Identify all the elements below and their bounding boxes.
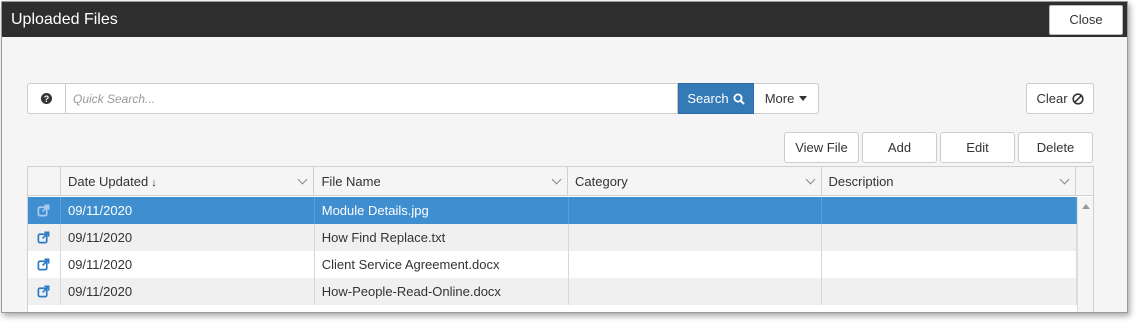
date-cell: 09/11/2020 <box>61 251 315 278</box>
date-cell: 09/11/2020 <box>61 278 315 305</box>
row-open-button[interactable] <box>28 278 61 305</box>
scrollbar-corner <box>1076 167 1093 195</box>
delete-button[interactable]: Delete <box>1018 132 1093 163</box>
table-row[interactable]: 09/11/2020 How-People-Read-Online.docx <box>28 278 1078 305</box>
grid-rows: 09/11/2020 Module Details.jpg 09/11/2020… <box>28 197 1078 305</box>
search-button[interactable]: Search <box>678 83 754 114</box>
more-dropdown-button[interactable]: More <box>754 83 819 114</box>
category-header-label: Category <box>575 173 628 189</box>
clear-button-label: Clear <box>1036 91 1068 106</box>
close-button[interactable]: Close <box>1049 4 1123 35</box>
external-link-icon <box>38 231 50 244</box>
file-name-header-label: File Name <box>321 173 381 189</box>
question-circle-icon: ? <box>41 93 52 104</box>
grid-header: Date Updated ↓ File Name Category Descrip… <box>28 167 1093 196</box>
dialog-body: ? Search More Clear View Fi <box>2 37 1127 312</box>
description-cell <box>822 197 1078 224</box>
file-name-cell: Module Details.jpg <box>315 197 569 224</box>
category-cell <box>569 251 823 278</box>
vertical-scrollbar[interactable] <box>1077 197 1093 312</box>
chevron-down-icon[interactable] <box>1059 174 1070 184</box>
more-button-label: More <box>764 91 795 106</box>
chevron-down-icon[interactable] <box>805 174 815 184</box>
row-open-button[interactable] <box>28 251 61 278</box>
category-cell <box>569 224 823 251</box>
search-button-label: Search <box>687 91 729 106</box>
uploaded-files-dialog: Uploaded Files Close ? Search More Clear <box>1 1 1128 313</box>
description-header-label: Description <box>828 173 894 189</box>
files-grid: Date Updated ↓ File Name Category Descrip… <box>27 166 1094 312</box>
column-header-file-name[interactable]: File Name <box>314 167 568 195</box>
external-link-icon <box>38 204 50 217</box>
description-cell <box>822 278 1078 305</box>
dialog-title: Uploaded Files <box>11 10 118 28</box>
row-action-column-header <box>28 167 61 195</box>
description-cell <box>822 251 1078 278</box>
date-updated-header: Date Updated ↓ <box>68 174 157 189</box>
column-header-date-updated[interactable]: Date Updated ↓ <box>61 167 315 195</box>
table-row[interactable]: 09/11/2020 Module Details.jpg <box>28 197 1078 224</box>
quick-search-input[interactable] <box>65 83 678 114</box>
edit-button[interactable]: Edit <box>940 132 1015 163</box>
file-name-cell: Client Service Agreement.docx <box>315 251 569 278</box>
dialog-titlebar: Uploaded Files Close <box>2 2 1127 37</box>
category-cell <box>569 197 823 224</box>
add-button[interactable]: Add <box>862 132 937 163</box>
date-updated-header-label: Date Updated <box>67 173 149 189</box>
category-cell <box>569 278 823 305</box>
file-actions-toolbar: View File Add Edit Delete <box>784 132 1093 163</box>
quick-search-bar: ? Search More <box>27 83 819 114</box>
scroll-up-arrow-icon[interactable] <box>1081 204 1090 209</box>
table-row[interactable]: 09/11/2020 How Find Replace.txt <box>28 224 1078 251</box>
date-cell: 09/11/2020 <box>61 224 315 251</box>
row-open-button[interactable] <box>28 197 61 224</box>
file-name-cell: How Find Replace.txt <box>315 224 569 251</box>
description-cell <box>822 224 1078 251</box>
external-link-icon <box>38 258 50 271</box>
search-icon <box>733 93 745 105</box>
date-cell: 09/11/2020 <box>61 197 315 224</box>
sort-descending-icon: ↓ <box>151 176 157 189</box>
file-name-cell: How-People-Read-Online.docx <box>315 278 569 305</box>
search-help-button[interactable]: ? <box>27 83 65 114</box>
table-row[interactable]: 09/11/2020 Client Service Agreement.docx <box>28 251 1078 278</box>
row-open-button[interactable] <box>28 224 61 251</box>
column-header-description[interactable]: Description <box>822 167 1077 195</box>
external-link-icon <box>38 285 50 298</box>
column-header-category[interactable]: Category <box>568 167 822 195</box>
caret-down-icon <box>799 96 808 101</box>
view-file-button[interactable]: View File <box>784 132 859 163</box>
chevron-down-icon[interactable] <box>298 174 308 184</box>
clear-button[interactable]: Clear <box>1026 83 1094 114</box>
chevron-down-icon[interactable] <box>551 174 562 184</box>
ban-icon <box>1071 92 1084 105</box>
